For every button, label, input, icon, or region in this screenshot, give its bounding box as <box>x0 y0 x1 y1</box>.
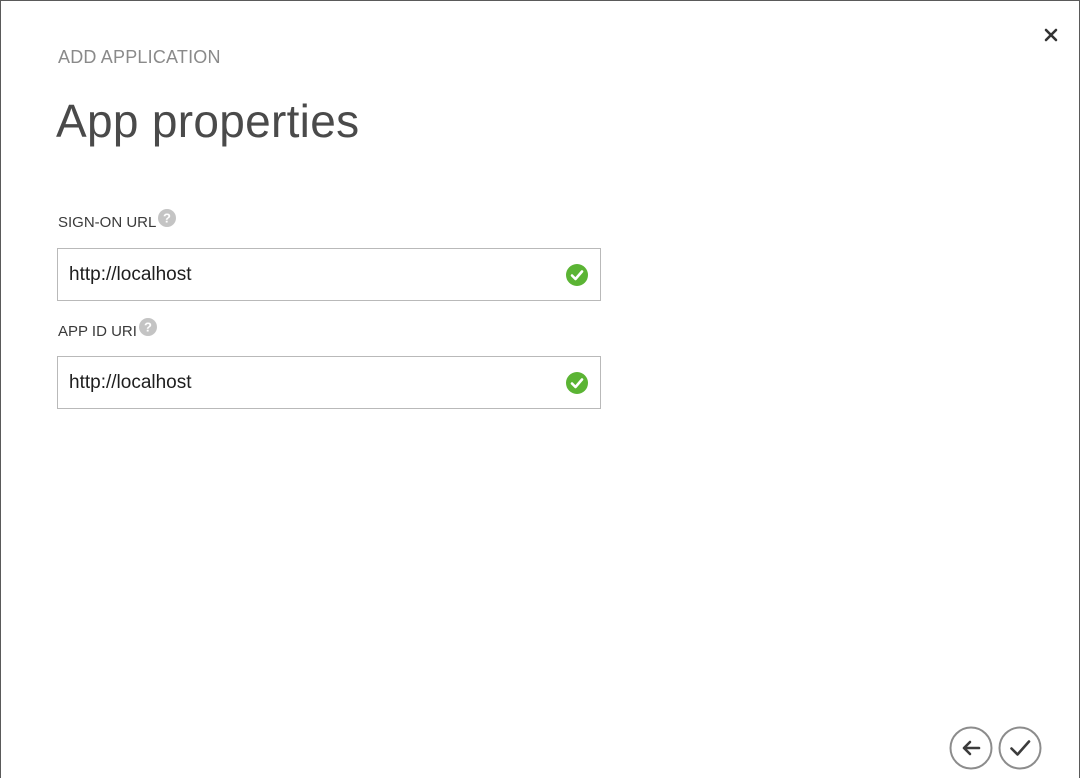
checkmark-icon <box>998 726 1042 770</box>
back-button[interactable] <box>949 726 993 770</box>
arrow-left-icon <box>949 726 993 770</box>
sign-on-url-input[interactable] <box>58 249 539 300</box>
app-id-uri-field[interactable] <box>57 356 601 409</box>
add-application-dialog: ADD APPLICATION App properties SIGN-ON U… <box>0 0 1080 778</box>
app-id-uri-input[interactable] <box>58 357 539 408</box>
close-button[interactable] <box>1039 23 1063 47</box>
confirm-button[interactable] <box>998 726 1042 770</box>
sign-on-url-label-text: SIGN-ON URL <box>58 214 157 231</box>
close-icon <box>1044 28 1058 42</box>
page-title: App properties <box>56 95 360 147</box>
app-id-uri-label: APP ID URI ? <box>58 317 158 340</box>
dialog-eyebrow: ADD APPLICATION <box>58 47 221 67</box>
sign-on-url-label: SIGN-ON URL ? <box>58 208 177 231</box>
app-id-uri-help-icon[interactable]: ? <box>138 317 158 337</box>
app-id-uri-valid-icon <box>566 372 588 394</box>
sign-on-url-help-icon[interactable]: ? <box>157 208 177 228</box>
svg-text:?: ? <box>144 319 152 334</box>
sign-on-url-valid-icon <box>566 264 588 286</box>
svg-text:?: ? <box>163 210 171 225</box>
app-id-uri-label-text: APP ID URI <box>58 323 137 340</box>
sign-on-url-field[interactable] <box>57 248 601 301</box>
